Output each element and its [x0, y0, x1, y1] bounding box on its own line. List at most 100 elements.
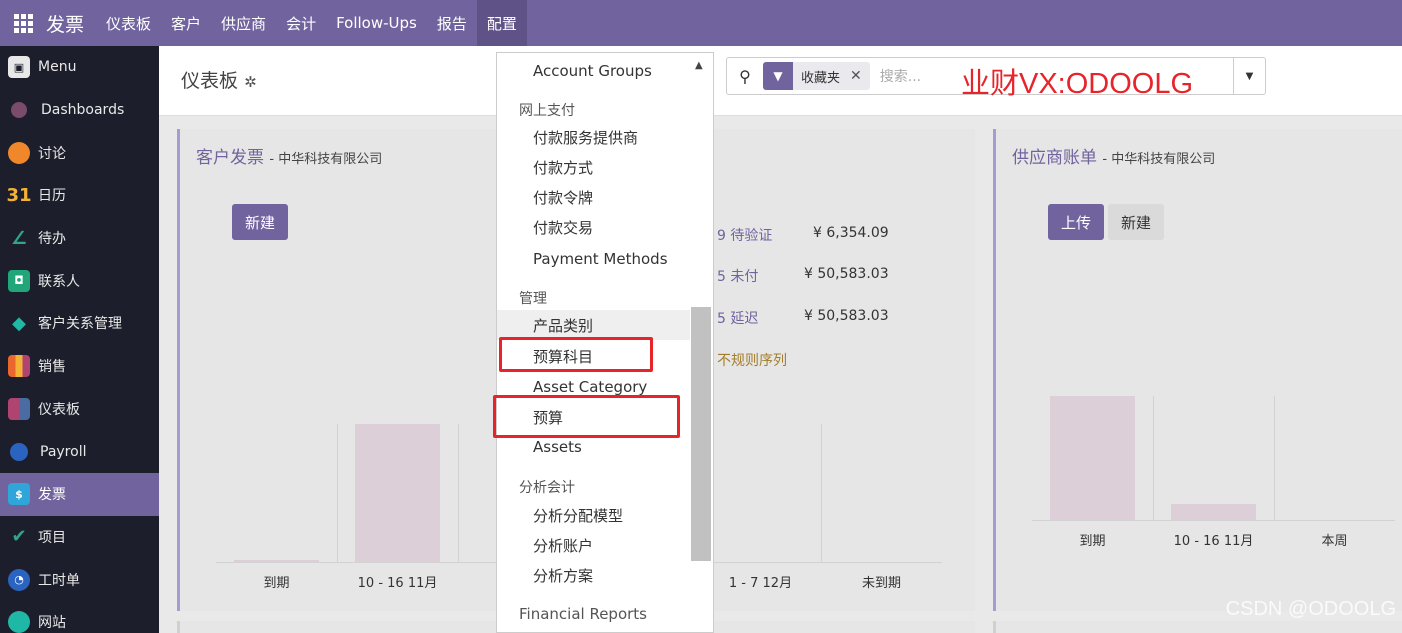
menu-section-online-payment: 网上支付: [519, 103, 575, 119]
nav-follow-ups[interactable]: Follow-Ups: [326, 0, 427, 46]
sidebar-item-calendar[interactable]: 31 日历: [0, 174, 159, 217]
menu-item-payment-providers[interactable]: 付款服务提供商: [497, 122, 690, 152]
discuss-icon: [8, 141, 30, 164]
menu-item-account-groups[interactable]: Account Groups: [497, 56, 690, 86]
sidebar-item-todo[interactable]: ∠ 待办: [0, 217, 159, 260]
sidebar-item-label: 工时单: [38, 572, 80, 589]
sidebar-item-label: 仪表板: [38, 401, 80, 418]
sidebar-item-label: 客户关系管理: [38, 316, 122, 333]
app-brand[interactable]: 发票: [46, 10, 84, 37]
sidebar-item-dashboards[interactable]: Dashboards: [0, 89, 159, 132]
calendar-icon: 31: [6, 184, 32, 206]
nav-dashboard[interactable]: 仪表板: [96, 0, 161, 46]
supplier-bill-card: 供应商账单 - 中华科技有限公司 上传 新建 到期 10 - 16 11月 本周: [993, 129, 1402, 611]
timesheet-icon: ◔: [8, 568, 30, 591]
next-card: [993, 621, 1402, 633]
menu-item-analytic-distribution-models[interactable]: 分析分配模型: [497, 500, 690, 530]
sidebar-item-label: 网站: [38, 615, 66, 632]
top-navbar: 发票 仪表板 客户 供应商 会计 Follow-Ups 报告 配置: [0, 0, 1402, 46]
watermark-text: 业财VX:ODOOLG: [961, 68, 1194, 100]
page-title: 仪表板: [181, 70, 239, 92]
filter-icon: ▼: [763, 62, 793, 90]
crm-icon: ◆: [12, 312, 26, 334]
chart-gridline: [1274, 396, 1275, 520]
sidebar-item-label: Dashboards: [41, 102, 125, 119]
sidebar-item-project[interactable]: ✔ 项目: [0, 516, 159, 559]
chart-tick-label: 10 - 16 11月: [1173, 534, 1254, 549]
chart-tick-label: 到期: [263, 576, 290, 591]
scrollbar-thumb[interactable]: [691, 307, 711, 561]
chart-baseline: [1032, 520, 1395, 521]
menu-section-management: 管理: [519, 291, 547, 307]
dropdown-scrollbar[interactable]: ▲: [689, 53, 711, 632]
sidebar-item-label: 待办: [38, 231, 66, 248]
contacts-icon: ◘: [8, 269, 30, 292]
menu-item-payment-methods-cn[interactable]: 付款方式: [497, 152, 690, 182]
sidebar-item-invoice[interactable]: $ 发票: [0, 472, 159, 516]
close-icon[interactable]: ✕: [850, 68, 862, 84]
apps-menu-icon[interactable]: [0, 0, 46, 46]
sales-icon: [8, 355, 30, 378]
sidebar-item-payroll[interactable]: Payroll: [0, 430, 159, 473]
chart-bar[interactable]: [1171, 503, 1256, 520]
menu-section-financial-reports: Financial Reports: [519, 605, 647, 623]
chart-tick-label: 未到期: [861, 576, 902, 591]
sidebar-item-website[interactable]: 网站: [0, 601, 159, 633]
menu-item-payment-transactions[interactable]: 付款交易: [497, 212, 690, 242]
nav-vendors[interactable]: 供应商: [211, 0, 276, 46]
breadcrumb: 仪表板 ✲: [181, 66, 257, 93]
nav-accounting[interactable]: 会计: [276, 0, 326, 46]
sidebar-item-label: 发票: [38, 487, 66, 504]
dashboards-icon: [11, 102, 27, 119]
facet-label: 收藏夹: [801, 70, 841, 86]
nav-customers[interactable]: 客户: [161, 0, 211, 46]
sidebar-item-label: 销售: [38, 359, 66, 376]
app-sidebar: ▣ Menu Dashboards 讨论 31 日历 ∠ 待办 ◘ 联系人 ◆ …: [0, 46, 159, 633]
sidebar-item-label: 项目: [38, 529, 66, 546]
chart-tick-label: 10 - 16 11月: [357, 576, 438, 591]
sidebar-item-menu[interactable]: ▣ Menu: [0, 46, 159, 89]
nav-reports[interactable]: 报告: [427, 0, 477, 46]
sidebar-item-discuss[interactable]: 讨论: [0, 131, 159, 174]
project-icon: ✔: [11, 526, 27, 548]
csdn-watermark: CSDN @ODOOLG: [1225, 598, 1396, 620]
sidebar-item-dashboard[interactable]: 仪表板: [0, 388, 159, 431]
chevron-down-icon[interactable]: ▼: [1233, 58, 1265, 94]
chart-bar[interactable]: [355, 424, 440, 562]
nav-configuration[interactable]: 配置: [476, 0, 527, 46]
menu-item-analytic-accounts[interactable]: 分析账户: [497, 530, 690, 560]
chart-gridline: [821, 424, 822, 562]
chart-bar[interactable]: [1050, 396, 1135, 520]
dashboard-icon: [8, 397, 30, 420]
chart-bar[interactable]: [234, 560, 319, 562]
todo-icon: ∠: [10, 227, 28, 249]
search-facet: ▼ 收藏夹 ✕: [763, 62, 870, 90]
sidebar-item-label: Payroll: [40, 443, 87, 460]
sidebar-item-label: 讨论: [38, 145, 66, 162]
sidebar-item-label: 日历: [38, 188, 66, 205]
payroll-icon: [10, 442, 28, 461]
menu-section-analytic-accounting: 分析会计: [519, 480, 575, 496]
menu-item-payment-methods[interactable]: Payment Methods: [497, 244, 690, 274]
scroll-up-icon[interactable]: ▲: [695, 60, 703, 71]
sidebar-item-label: Menu: [38, 59, 77, 76]
gear-icon[interactable]: ✲: [244, 73, 257, 91]
chart-tick-label: 到期: [1079, 534, 1106, 549]
sidebar-item-timesheet[interactable]: ◔ 工时单: [0, 558, 159, 601]
search-icon: ⚲: [739, 66, 751, 86]
chart-tick-label: 本周: [1321, 534, 1348, 549]
invoice-icon: $: [8, 483, 30, 506]
menu-item-analytic-plans[interactable]: 分析方案: [497, 560, 690, 590]
sidebar-item-crm[interactable]: ◆ 客户关系管理: [0, 302, 159, 345]
control-panel: 仪表板 ✲ ⚲ ▼ 收藏夹 ✕ 搜索... ▼ 业财VX:ODOOLG: [159, 46, 1402, 116]
chart-gridline: [1153, 396, 1154, 520]
sidebar-item-label: 联系人: [38, 273, 80, 290]
search-input[interactable]: 搜索...: [880, 66, 921, 86]
sidebar-item-contacts[interactable]: ◘ 联系人: [0, 259, 159, 302]
highlight-box-budgets: [493, 395, 680, 438]
sidebar-item-sales[interactable]: 销售: [0, 345, 159, 388]
chart-gridline: [458, 424, 459, 562]
chart-tick-label: 1 - 7 12月: [728, 576, 793, 591]
menu-item-product-categories[interactable]: 产品类别: [497, 310, 690, 340]
menu-item-payment-tokens[interactable]: 付款令牌: [497, 182, 690, 212]
